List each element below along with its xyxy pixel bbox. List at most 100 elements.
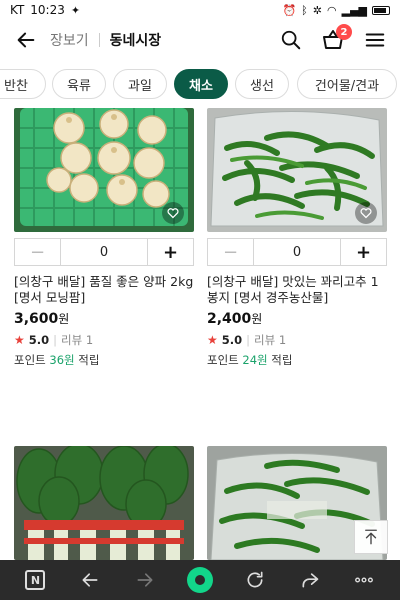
hamburger-menu-icon <box>365 33 385 47</box>
quantity-stepper: − 0 + <box>14 238 194 266</box>
more-button[interactable] <box>346 562 382 598</box>
product-card-bokchoy <box>14 446 194 560</box>
refresh-icon <box>247 571 263 588</box>
share-arrow-icon <box>302 573 318 588</box>
search-icon <box>281 30 301 50</box>
product-title[interactable]: [의창구 배달] 품질 좋은 양파 2kg [명서 모닝팜] <box>14 274 194 306</box>
minus-icon: − <box>29 241 46 263</box>
breadcrumb-parent[interactable]: 장보기 <box>50 30 89 50</box>
wishlist-button[interactable] <box>355 202 377 224</box>
breadcrumb-divider <box>98 33 100 47</box>
tab-label: 반찬 <box>4 78 28 94</box>
tab-fruit[interactable]: 과일 <box>113 69 167 99</box>
plus-icon: + <box>162 241 179 263</box>
product-price: 2,400원 <box>207 310 262 327</box>
notification-icon: ✦ <box>70 3 81 17</box>
minus-icon: − <box>222 241 239 263</box>
price-value: 2,400 <box>207 311 252 327</box>
green-dot-icon <box>186 567 213 593</box>
point-suffix: 적립 <box>267 353 293 367</box>
more-dots-icon <box>355 577 374 583</box>
heart-icon <box>167 208 179 219</box>
product-image-onion[interactable] <box>14 108 194 232</box>
decrease-button[interactable]: − <box>15 239 61 265</box>
tab-label: 생선 <box>250 78 274 94</box>
arrow-right-icon <box>137 573 153 587</box>
product-image-bokchoy[interactable] <box>14 446 194 560</box>
arrow-left-icon <box>17 32 35 48</box>
vibrate-icon: ✲ <box>312 3 322 17</box>
rating-divider: | <box>53 333 58 347</box>
tab-banchan[interactable]: 반찬 <box>0 69 46 99</box>
tab-label: 육류 <box>67 78 91 94</box>
carrier-label: KT <box>10 3 25 17</box>
wifi-icon: ◠ <box>327 3 337 17</box>
scroll-top-button[interactable] <box>354 520 388 554</box>
browser-back-button[interactable] <box>72 562 108 598</box>
point-suffix: 적립 <box>74 353 100 367</box>
product-image-pepper[interactable] <box>207 108 387 232</box>
app-header: 장보기 동네시장 2 <box>0 20 400 60</box>
cart-count-badge: 2 <box>336 24 352 40</box>
plus-icon: + <box>355 241 372 263</box>
point-prefix: 포인트 <box>14 353 50 367</box>
quantity-value: 0 <box>292 244 302 260</box>
tab-label: 채소 <box>189 78 213 94</box>
signal-icon: ▂▄▆ <box>341 3 367 17</box>
quantity-value: 0 <box>99 244 109 260</box>
naver-home-button[interactable]: N <box>17 562 53 598</box>
product-title[interactable]: [의창구 배달] 맛있는 꽈리고추 1봉지 [명서 경주농산물] <box>207 274 387 306</box>
browser-toolbar: N <box>0 560 400 600</box>
decrease-button[interactable]: − <box>208 239 254 265</box>
status-left: KT 10:23 ✦ <box>10 3 80 17</box>
product-points: 포인트 24원 적립 <box>207 352 292 368</box>
product-card-pepper: − 0 + [의창구 배달] 맛있는 꽈리고추 1봉지 [명서 경주농산물] 2… <box>207 108 387 368</box>
menu-button[interactable] <box>362 27 388 53</box>
point-value: 36원 <box>49 353 75 367</box>
status-right: ⏰ ᛒ ✲ ◠ ▂▄▆ <box>282 5 390 16</box>
rating-value: 5.0 <box>221 333 243 347</box>
header-actions: 2 <box>278 24 388 53</box>
heart-icon <box>360 208 372 219</box>
category-tabs: 반찬 육류 과일 채소 생선 건어물/견과 <box>0 64 400 104</box>
star-icon: ★ <box>207 333 218 347</box>
product-rating: ★ 5.0 | 리뷰 1 <box>207 332 286 348</box>
price-unit: 원 <box>251 312 263 326</box>
price-unit: 원 <box>58 312 70 326</box>
product-rating: ★ 5.0 | 리뷰 1 <box>14 332 93 348</box>
arrow-up-to-top-icon <box>365 529 377 545</box>
green-dot-button[interactable] <box>182 562 218 598</box>
wishlist-button[interactable] <box>162 202 184 224</box>
back-button[interactable] <box>12 26 40 54</box>
tab-fish[interactable]: 생선 <box>235 69 289 99</box>
bluetooth-icon: ᛒ <box>301 3 308 17</box>
increase-button[interactable]: + <box>340 239 386 265</box>
review-count: 리뷰 1 <box>61 333 94 347</box>
cart-button[interactable]: 2 <box>320 24 352 53</box>
alarm-icon: ⏰ <box>282 3 297 17</box>
product-price: 3,600원 <box>14 310 69 327</box>
refresh-button[interactable] <box>237 562 273 598</box>
naver-logo-icon: N <box>25 570 46 590</box>
quantity-stepper: − 0 + <box>207 238 387 266</box>
tab-label: 과일 <box>128 78 152 94</box>
page-title: 동네시장 <box>109 33 162 49</box>
point-value: 24원 <box>242 353 268 367</box>
point-prefix: 포인트 <box>207 353 243 367</box>
tab-meat[interactable]: 육류 <box>52 69 106 99</box>
review-count: 리뷰 1 <box>254 333 287 347</box>
browser-forward-button[interactable] <box>127 562 163 598</box>
arrow-left-icon <box>82 573 98 587</box>
battery-icon <box>372 5 390 15</box>
rating-divider: | <box>246 333 251 347</box>
search-button[interactable] <box>278 27 304 53</box>
share-button[interactable] <box>292 562 328 598</box>
star-icon: ★ <box>14 333 25 347</box>
tab-dried-nuts[interactable]: 건어물/견과 <box>297 69 397 99</box>
rating-value: 5.0 <box>28 333 50 347</box>
tab-label: 건어물/견과 <box>314 78 380 94</box>
increase-button[interactable]: + <box>147 239 193 265</box>
product-card-onion: − 0 + [의창구 배달] 품질 좋은 양파 2kg [명서 모닝팜] 3,6… <box>14 108 194 368</box>
bokchoy-image <box>14 446 194 560</box>
tab-vegetables[interactable]: 채소 <box>174 69 228 99</box>
